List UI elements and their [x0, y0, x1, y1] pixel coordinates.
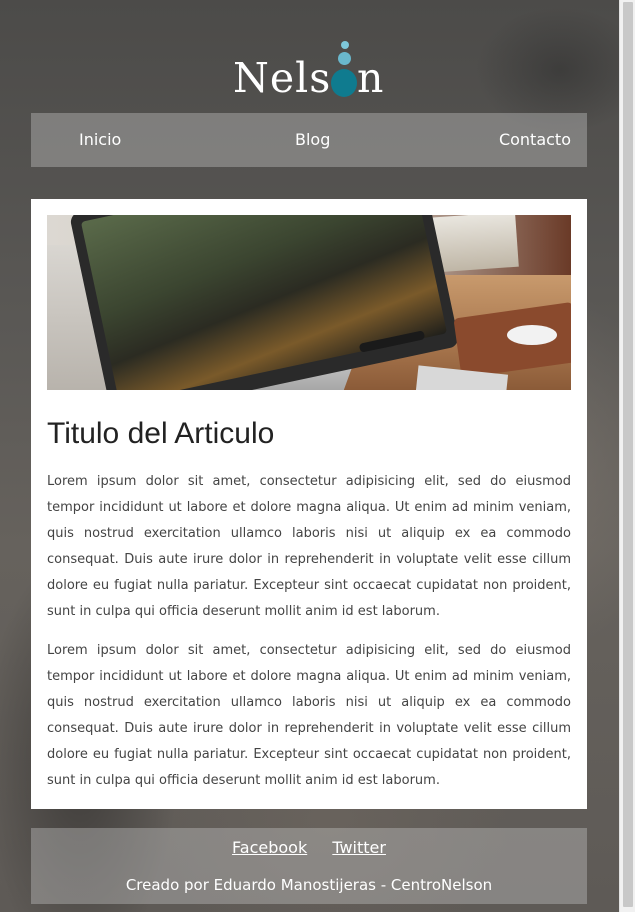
article-card: Titulo del Articulo Lorem ipsum dolor si…: [31, 199, 587, 809]
main-nav: Inicio Blog Contacto: [31, 113, 587, 167]
footer: Facebook Twitter Creado por Eduardo Mano…: [31, 828, 587, 904]
footer-credit: Creado por Eduardo Manostijeras - Centro…: [125, 876, 493, 894]
footer-link-twitter[interactable]: Twitter: [332, 838, 386, 857]
vertical-scrollbar[interactable]: [619, 0, 635, 912]
article-paragraph: Lorem ipsum dolor sit amet, consectetur …: [47, 643, 571, 788]
nav-item-inicio[interactable]: Inicio: [79, 130, 121, 150]
scrollbar-thumb[interactable]: [623, 2, 633, 907]
logo-text: Nelson: [233, 54, 385, 102]
logo-dot-icon: [331, 69, 357, 97]
article-paragraph: Lorem ipsum dolor sit amet, consectetur …: [47, 474, 571, 619]
nav-item-blog[interactable]: Blog: [295, 130, 330, 150]
image-mouse: [507, 325, 557, 345]
footer-links: Facebook Twitter: [31, 838, 587, 857]
article-image: [47, 215, 571, 390]
nav-item-contacto[interactable]: Contacto: [499, 130, 571, 150]
logo-dot-icon: [341, 41, 349, 49]
logo-dot-icon: [338, 52, 351, 65]
footer-link-facebook[interactable]: Facebook: [232, 838, 307, 857]
logo[interactable]: Nelson: [233, 40, 393, 105]
article-title: Titulo del Articulo: [47, 417, 275, 450]
